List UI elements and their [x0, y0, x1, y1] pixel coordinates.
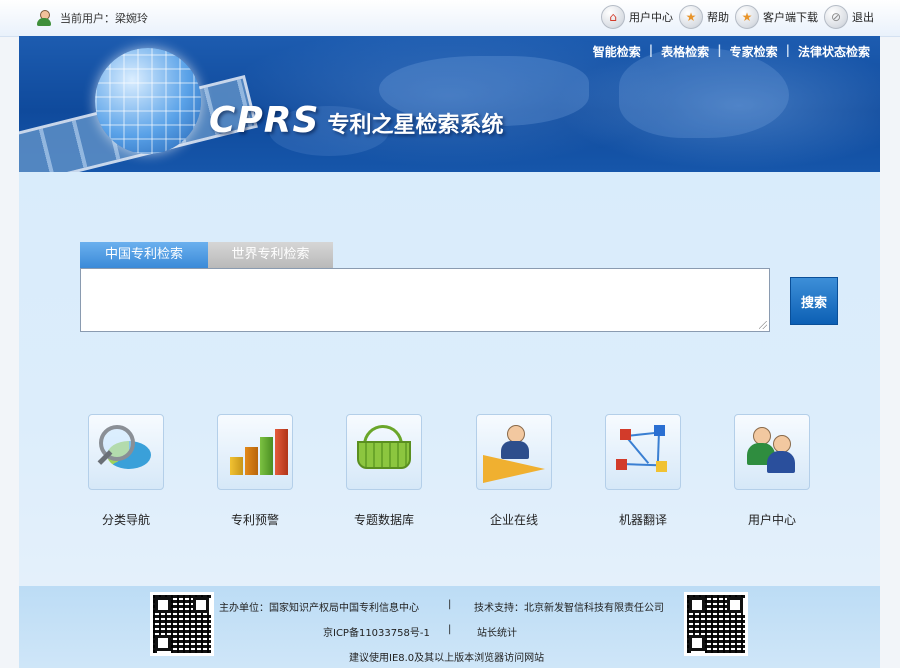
magnifier-pie-icon[interactable] [88, 414, 164, 490]
resize-grip-icon[interactable] [759, 321, 767, 329]
system-title: 专利之星检索系统 [327, 113, 504, 138]
nav-separator: | [648, 43, 654, 57]
feature-label[interactable]: 用户中心 [717, 511, 827, 528]
page: 当前用户：梁婉玲 ⌂ 用户中心 ★ 帮助 ★ 客户端下载 ⊘ 退出 智能检索 |… [0, 0, 900, 668]
search-mode-nav: 智能检索 | 表格检索 | 专家检索 | 法律状态检索 [593, 43, 870, 60]
search-button[interactable]: 搜索 [790, 277, 838, 325]
footer: 主办单位：国家知识产权局中国专利信息中心 | 技术支持：北京新发智信科技有限责任… [19, 586, 880, 668]
help-label: 帮助 [707, 11, 729, 24]
logout-link[interactable]: ⊘ 退出 [824, 5, 874, 29]
top-links: ⌂ 用户中心 ★ 帮助 ★ 客户端下载 ⊘ 退出 [595, 5, 874, 29]
nav-legal-status-search[interactable]: 法律状态检索 [798, 43, 870, 60]
qr-code-icon [150, 592, 214, 656]
feature-label[interactable]: 专题数据库 [329, 511, 439, 528]
feature-enterprise-online[interactable]: 企业在线 [459, 414, 569, 528]
feature-topic-database[interactable]: 专题数据库 [329, 414, 439, 528]
search-input[interactable] [81, 269, 769, 331]
main-content: 中国专利检索 世界专利检索 搜索 分类导航 专利预警 专题数据库 企业在线 机器… [19, 172, 880, 586]
feature-label[interactable]: 机器翻译 [588, 511, 698, 528]
users-icon[interactable] [734, 414, 810, 490]
footer-tech-support: 技术支持：北京新发智信科技有限责任公司 [474, 603, 664, 614]
client-download-link[interactable]: ★ 客户端下载 [735, 5, 818, 29]
tab-world-patent[interactable]: 世界专利检索 [208, 242, 333, 268]
site-title: CPRS 专利之星检索系统 [209, 100, 503, 141]
star-icon: ★ [679, 5, 703, 29]
search-box [80, 268, 770, 332]
nav-separator: | [785, 43, 790, 57]
businessman-plane-icon[interactable] [476, 414, 552, 490]
feature-user-center[interactable]: 用户中心 [717, 414, 827, 528]
footer-icp[interactable]: 京ICP备11033758号-1 [323, 624, 430, 639]
feature-label[interactable]: 企业在线 [459, 511, 569, 528]
world-map-decoration [619, 48, 789, 138]
user-center-link[interactable]: ⌂ 用户中心 [601, 5, 673, 29]
basket-icon[interactable] [346, 414, 422, 490]
nav-smart-search[interactable]: 智能检索 [593, 43, 641, 60]
bar-chart-icon[interactable] [217, 414, 293, 490]
feature-label[interactable]: 专利预警 [200, 511, 310, 528]
feature-classification-nav[interactable]: 分类导航 [71, 414, 181, 528]
nav-table-search[interactable]: 表格检索 [661, 43, 709, 60]
footer-browser-note: 建议使用IE8.0及其以上版本浏览器访问网站 [349, 653, 545, 664]
logout-label: 退出 [852, 11, 874, 24]
feature-label[interactable]: 分类导航 [71, 511, 181, 528]
user-center-label: 用户中心 [629, 11, 673, 24]
feature-patent-warning[interactable]: 专利预警 [200, 414, 310, 528]
star-icon: ★ [735, 5, 759, 29]
nav-separator: | [717, 43, 722, 57]
search-tabs: 中国专利检索 世界专利检索 [80, 242, 333, 268]
globe-icon [95, 48, 201, 154]
footer-separator: | [448, 624, 452, 635]
house-icon: ⌂ [601, 5, 625, 29]
help-link[interactable]: ★ 帮助 [679, 5, 729, 29]
logo-text: CPRS [209, 100, 320, 141]
footer-stats-link[interactable]: 站长统计 [477, 624, 517, 639]
header-banner: 智能检索 | 表格检索 | 专家检索 | 法律状态检索 CPRS 专利之星检索系… [19, 36, 880, 172]
network-nodes-icon[interactable] [605, 414, 681, 490]
nav-expert-search[interactable]: 专家检索 [730, 43, 778, 60]
client-download-label: 客户端下载 [763, 11, 818, 24]
current-user: 当前用户：梁婉玲 [36, 10, 148, 26]
footer-separator: | [448, 599, 452, 610]
qr-code-icon [684, 592, 748, 656]
exit-icon: ⊘ [824, 5, 848, 29]
current-user-label: 当前用户：梁婉玲 [60, 12, 148, 25]
feature-machine-translation[interactable]: 机器翻译 [588, 414, 698, 528]
tab-china-patent[interactable]: 中国专利检索 [80, 242, 208, 268]
user-icon [36, 10, 52, 26]
footer-host: 主办单位：国家知识产权局中国专利信息中心 [219, 603, 419, 614]
top-bar: 当前用户：梁婉玲 ⌂ 用户中心 ★ 帮助 ★ 客户端下载 ⊘ 退出 [0, 0, 900, 37]
